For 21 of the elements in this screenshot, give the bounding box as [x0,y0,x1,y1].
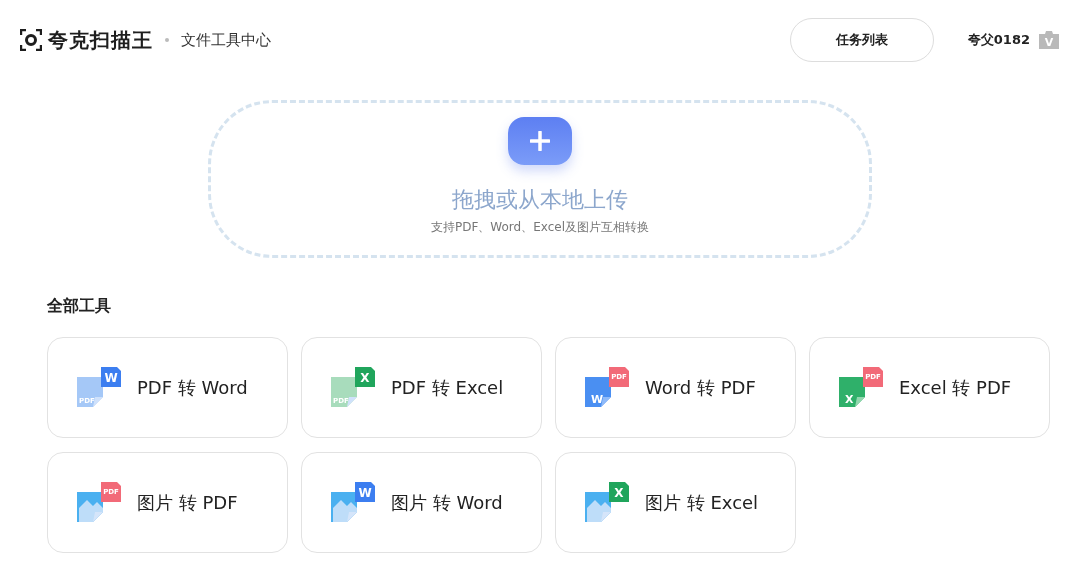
tool-label: PDF 转 Excel [391,375,504,400]
tool-card[interactable]: X 图片 转 Excel [555,452,796,553]
tools-heading: 全部工具 [47,296,112,317]
scanner-logo-icon [20,29,42,51]
tool-label: PDF 转 Word [137,375,248,400]
tool-label: 图片 转 PDF [137,490,238,515]
tool-label: Excel 转 PDF [899,375,1012,400]
tool-label: Word 转 PDF [645,375,756,400]
brand-name: 夸克扫描王 [48,26,153,54]
task-list-button[interactable]: 任务列表 [789,18,934,62]
upload-drop-zone[interactable]: 拖拽或从本地上传 支持PDF、Word、Excel及图片互相转换 [208,100,872,258]
tool-label: 图片 转 Word [391,490,503,515]
tool-card[interactable]: W 图片 转 Word [301,452,542,553]
plus-icon [530,131,550,151]
section-title: 文件工具中心 [181,30,271,50]
tool-label: 图片 转 Excel [645,490,759,515]
vip-badge-icon: V [1038,30,1060,50]
upload-title: 拖拽或从本地上传 [452,186,628,214]
user-name[interactable]: 夸父0182 [967,31,1030,49]
upload-subtitle: 支持PDF、Word、Excel及图片互相转换 [431,219,649,236]
add-file-button[interactable] [508,117,572,165]
